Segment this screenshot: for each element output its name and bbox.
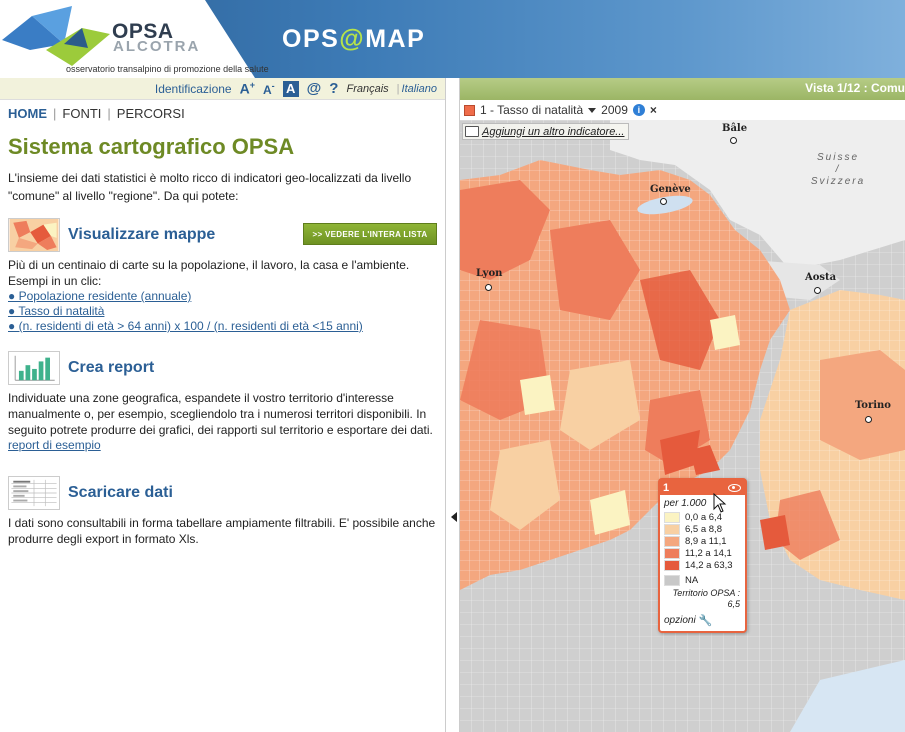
nav-separator: | (107, 106, 111, 121)
section-report-title[interactable]: Crea report (68, 359, 154, 377)
city-marker (865, 416, 872, 423)
city-marker (485, 284, 492, 291)
lang-it-link[interactable]: Italiano (402, 83, 437, 95)
panel-splitter[interactable] (445, 78, 460, 732)
indicator-bar: 1 - Tasso di natalità 2009 i × (460, 100, 905, 120)
section-maps-text: Più di un centinaio di carte su la popol… (8, 258, 410, 288)
legend-unit: per 1.000 (664, 498, 707, 509)
text-smaller-button[interactable]: A- (263, 81, 275, 97)
bar-chart-thumbnail-icon (8, 351, 60, 385)
legend-swatch (664, 511, 680, 523)
map-legend[interactable]: 1 per 1.000 0,0 a 6,4 6,5 a 8,8 8,9 a 11,1… (658, 478, 747, 633)
legend-class-label: 14,2 a 63,3 (685, 559, 733, 571)
section-download-title[interactable]: Scaricare dati (68, 484, 173, 502)
section-download-text: I dati sono consultabili in forma tabell… (8, 516, 436, 546)
legend-class-label: 8,9 a 11,1 (685, 535, 727, 547)
nav-percorsi[interactable]: PERCORSI (117, 106, 185, 121)
city-label-lyon: Lyon (476, 268, 503, 279)
see-full-list-button[interactable]: >> vedere l'intera lista (303, 223, 437, 245)
identification-link[interactable]: Identificazione (155, 82, 232, 96)
map-thumbnail-icon (8, 218, 60, 252)
section-download: Scaricare dati I dati sono consultabili … (8, 475, 437, 547)
legend-class-label: 11,2 a 14,1 (685, 547, 732, 559)
legend-row: 8,9 a 11,1 (660, 535, 745, 547)
logo-subtitle: ALCOTRA (113, 38, 201, 55)
info-icon[interactable]: i (632, 104, 645, 116)
link-vecchiaia[interactable]: ● (n. residenti di età > 64 anni) x 100 … (8, 319, 437, 334)
table-thumbnail-icon (8, 476, 60, 510)
text-bigger-button[interactable]: A+ (240, 80, 255, 97)
help-icon[interactable]: ? (329, 80, 338, 97)
city-label-aosta: Aosta (805, 272, 837, 283)
section-download-head: Scaricare dati (8, 475, 437, 511)
city-marker (660, 198, 667, 205)
add-indicator-label: Aggiungi un altro indicatore... (482, 125, 625, 138)
nav-fonti[interactable]: FONTI (62, 106, 101, 121)
legend-header[interactable]: 1 (660, 480, 745, 495)
opsa-logo-icon[interactable] (2, 4, 112, 70)
section-report-text: Individuate una zone geografica, espande… (8, 391, 433, 437)
city-label-torino: Torino (855, 400, 891, 411)
choropleth-map[interactable] (460, 120, 905, 732)
link-popolazione[interactable]: ● Popolazione residente (annuale) (8, 289, 437, 304)
lang-separator: | (396, 82, 400, 95)
section-report: Crea report Individuate una zone geograf… (8, 350, 437, 453)
legend-row: 11,2 a 14,1 (660, 547, 745, 559)
legend-row-na: NA (660, 574, 745, 586)
legend-row: 6,5 a 8,8 (660, 523, 745, 535)
intro-text: L'insieme dei dati statistici è molto ri… (8, 171, 412, 203)
year-dropdown-arrow-icon[interactable] (588, 107, 597, 113)
contrast-button[interactable]: A (282, 80, 299, 97)
left-panel: HOME | FONTI | PERCORSI Sistema cartogra… (0, 100, 445, 732)
top-toolbar: Identificazione A+ A- A @ ? Français | I… (0, 78, 445, 100)
legend-swatch (664, 559, 680, 571)
legend-territory: Territorio OPSA : 6,5 (672, 588, 740, 609)
legend-swatch (664, 523, 680, 535)
map-header-bar: Vista 1/12 : Comu (460, 78, 905, 100)
legend-row: 0,0 a 6,4 (660, 511, 745, 523)
wrench-icon: 🔧 (698, 615, 713, 627)
section-maps-title[interactable]: Visualizzare mappe (68, 226, 215, 244)
nav-separator: | (53, 106, 57, 121)
legend-options-button[interactable]: opzioni 🔧 (660, 614, 745, 627)
country-label-switzerland: Suisse / Svizzera (810, 152, 866, 187)
link-example-report[interactable]: report di esempio (8, 438, 437, 453)
legend-swatch-na (664, 574, 680, 586)
city-label-bale: Bâle (722, 123, 748, 134)
eye-icon[interactable] (728, 483, 741, 492)
link-natalita[interactable]: ● Tasso di natalità (8, 304, 437, 319)
city-marker (730, 137, 737, 144)
legend-swatch (664, 535, 680, 547)
legend-class-label: 6,5 a 8,8 (685, 523, 722, 535)
lang-fr-link[interactable]: Français (346, 83, 388, 95)
city-label-geneve: Genève (650, 184, 691, 195)
section-report-head: Crea report (8, 350, 437, 386)
header: OPSA ALCOTRA osservatorio transalpino di… (0, 0, 905, 78)
nav-home[interactable]: HOME (8, 106, 47, 121)
map-canvas[interactable]: Aggiungi un altro indicatore... Bâle Gen… (460, 120, 905, 732)
indicator-year[interactable]: 2009 (601, 103, 628, 117)
collapse-arrow-icon[interactable] (451, 512, 457, 522)
folder-icon (465, 126, 479, 137)
close-icon[interactable]: × (650, 103, 657, 117)
main-nav: HOME | FONTI | PERCORSI (8, 106, 437, 121)
legend-class-label: 0,0 a 6,4 (685, 511, 722, 523)
legend-classes: 0,0 a 6,4 6,5 a 8,8 8,9 a 11,1 11,2 a 14,1 1… (660, 511, 745, 571)
legend-na-label: NA (685, 574, 699, 586)
legend-row: 14,2 a 63,3 (660, 559, 745, 571)
section-maps: Visualizzare mappe >> vedere l'intera li… (8, 217, 437, 334)
city-marker (814, 287, 821, 294)
indicator-color-swatch (464, 104, 475, 116)
legend-swatch (664, 547, 680, 559)
add-indicator-button[interactable]: Aggiungi un altro indicatore... (462, 123, 630, 140)
app-name: OPS@MAP (282, 25, 426, 53)
contact-icon[interactable]: @ (307, 80, 322, 97)
page-title: Sistema cartografico OPSA (8, 134, 295, 159)
view-indicator: Vista 1/12 : Comu (805, 81, 905, 95)
mouse-cursor-icon (713, 493, 727, 513)
indicator-label[interactable]: 1 - Tasso di natalità (480, 103, 583, 117)
legend-number: 1 (663, 481, 670, 494)
logo-tagline: osservatorio transalpino di promozione d… (66, 64, 269, 74)
